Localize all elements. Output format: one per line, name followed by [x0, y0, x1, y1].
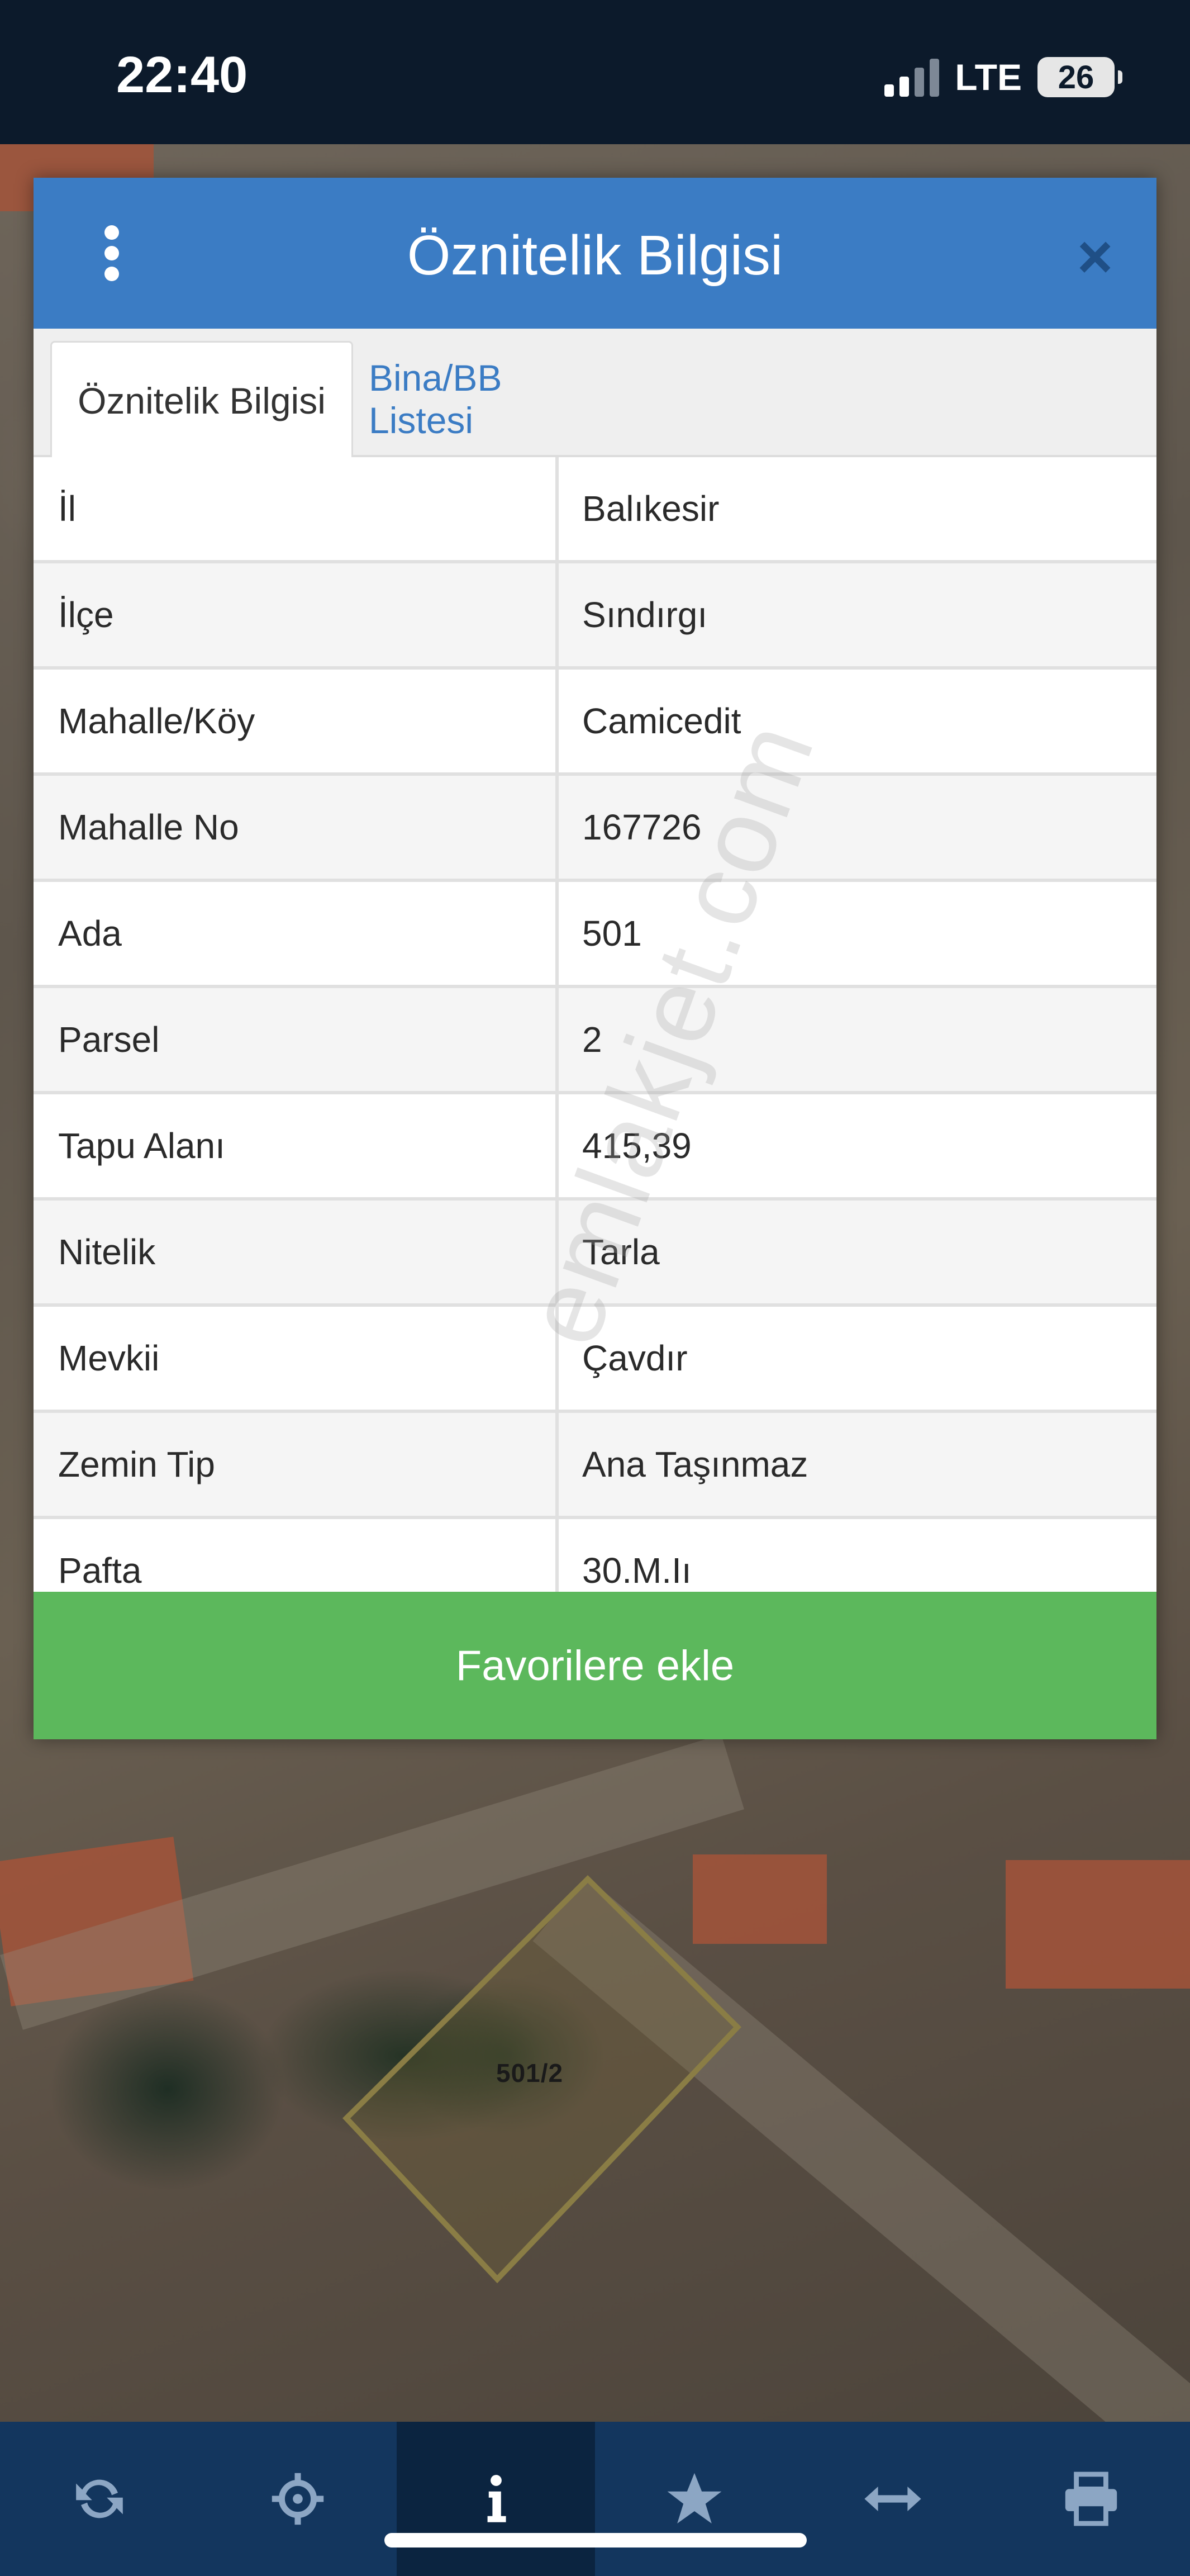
row-value: Balıkesir [582, 488, 720, 529]
row-value: Camicedit [582, 701, 741, 741]
home-indicator [384, 2533, 807, 2547]
row-key: İlçe [34, 563, 559, 666]
status-bar: 22:40 LTE 26 [0, 0, 1190, 144]
row-key: Zemin Tip [34, 1413, 559, 1516]
print-icon[interactable] [992, 2422, 1190, 2576]
row-key: Tapu Alanı [34, 1094, 559, 1197]
table-row: Zemin Tip Ana Taşınmaz [34, 1413, 1156, 1519]
row-key: İl [34, 457, 559, 560]
tab-attribute-info[interactable]: Öznitelik Bilgisi [50, 341, 353, 459]
row-key: Nitelik [34, 1201, 559, 1303]
table-row: Ada 501 [34, 882, 1156, 988]
table-row: Mahalle/Köy Camicedit [34, 670, 1156, 776]
row-key: Mahalle/Köy [34, 670, 559, 772]
close-icon[interactable]: × [1067, 226, 1123, 288]
attribute-table: İl Balıkesir İlçe Sındırgı Mahalle/Köy C… [34, 457, 1156, 1625]
signal-icon [884, 58, 940, 97]
battery-level: 26 [1058, 59, 1094, 96]
dialog-title: Öznitelik Bilgisi [407, 224, 783, 287]
attribute-info-dialog: Öznitelik Bilgisi × Öznitelik Bilgisi Bi… [34, 178, 1156, 1739]
parcel-label: 501/2 [496, 2058, 564, 2088]
crosshair-icon[interactable] [198, 2422, 397, 2576]
info-icon[interactable] [397, 2422, 595, 2576]
dialog-header: Öznitelik Bilgisi × [34, 178, 1156, 329]
measure-icon[interactable] [793, 2422, 992, 2576]
bottom-toolbar [0, 2422, 1190, 2576]
row-key: Ada [34, 882, 559, 985]
add-to-favorites-button[interactable]: Favorilere ekle [34, 1592, 1156, 1739]
refresh-icon[interactable] [0, 2422, 198, 2576]
row-value: Sındırgı [582, 595, 708, 635]
row-key: Parsel [34, 988, 559, 1091]
table-row: İlçe Sındırgı [34, 563, 1156, 670]
network-type: LTE [955, 56, 1022, 98]
tab-building-list[interactable]: Bina/BB Listesi [369, 341, 603, 457]
row-key: Mahalle No [34, 776, 559, 879]
row-value: 167726 [582, 807, 702, 847]
row-value: Ana Taşınmaz [582, 1444, 808, 1484]
row-value: Çavdır [582, 1338, 688, 1378]
table-row: Mahalle No 167726 [34, 776, 1156, 882]
battery-icon: 26 [1037, 57, 1122, 97]
table-row: İl Balıkesir [34, 457, 1156, 563]
dialog-tabs: Öznitelik Bilgisi Bina/BB Listesi [34, 329, 1156, 459]
star-icon[interactable] [595, 2422, 793, 2576]
row-key: Mevkii [34, 1307, 559, 1410]
status-time: 22:40 [116, 46, 248, 103]
